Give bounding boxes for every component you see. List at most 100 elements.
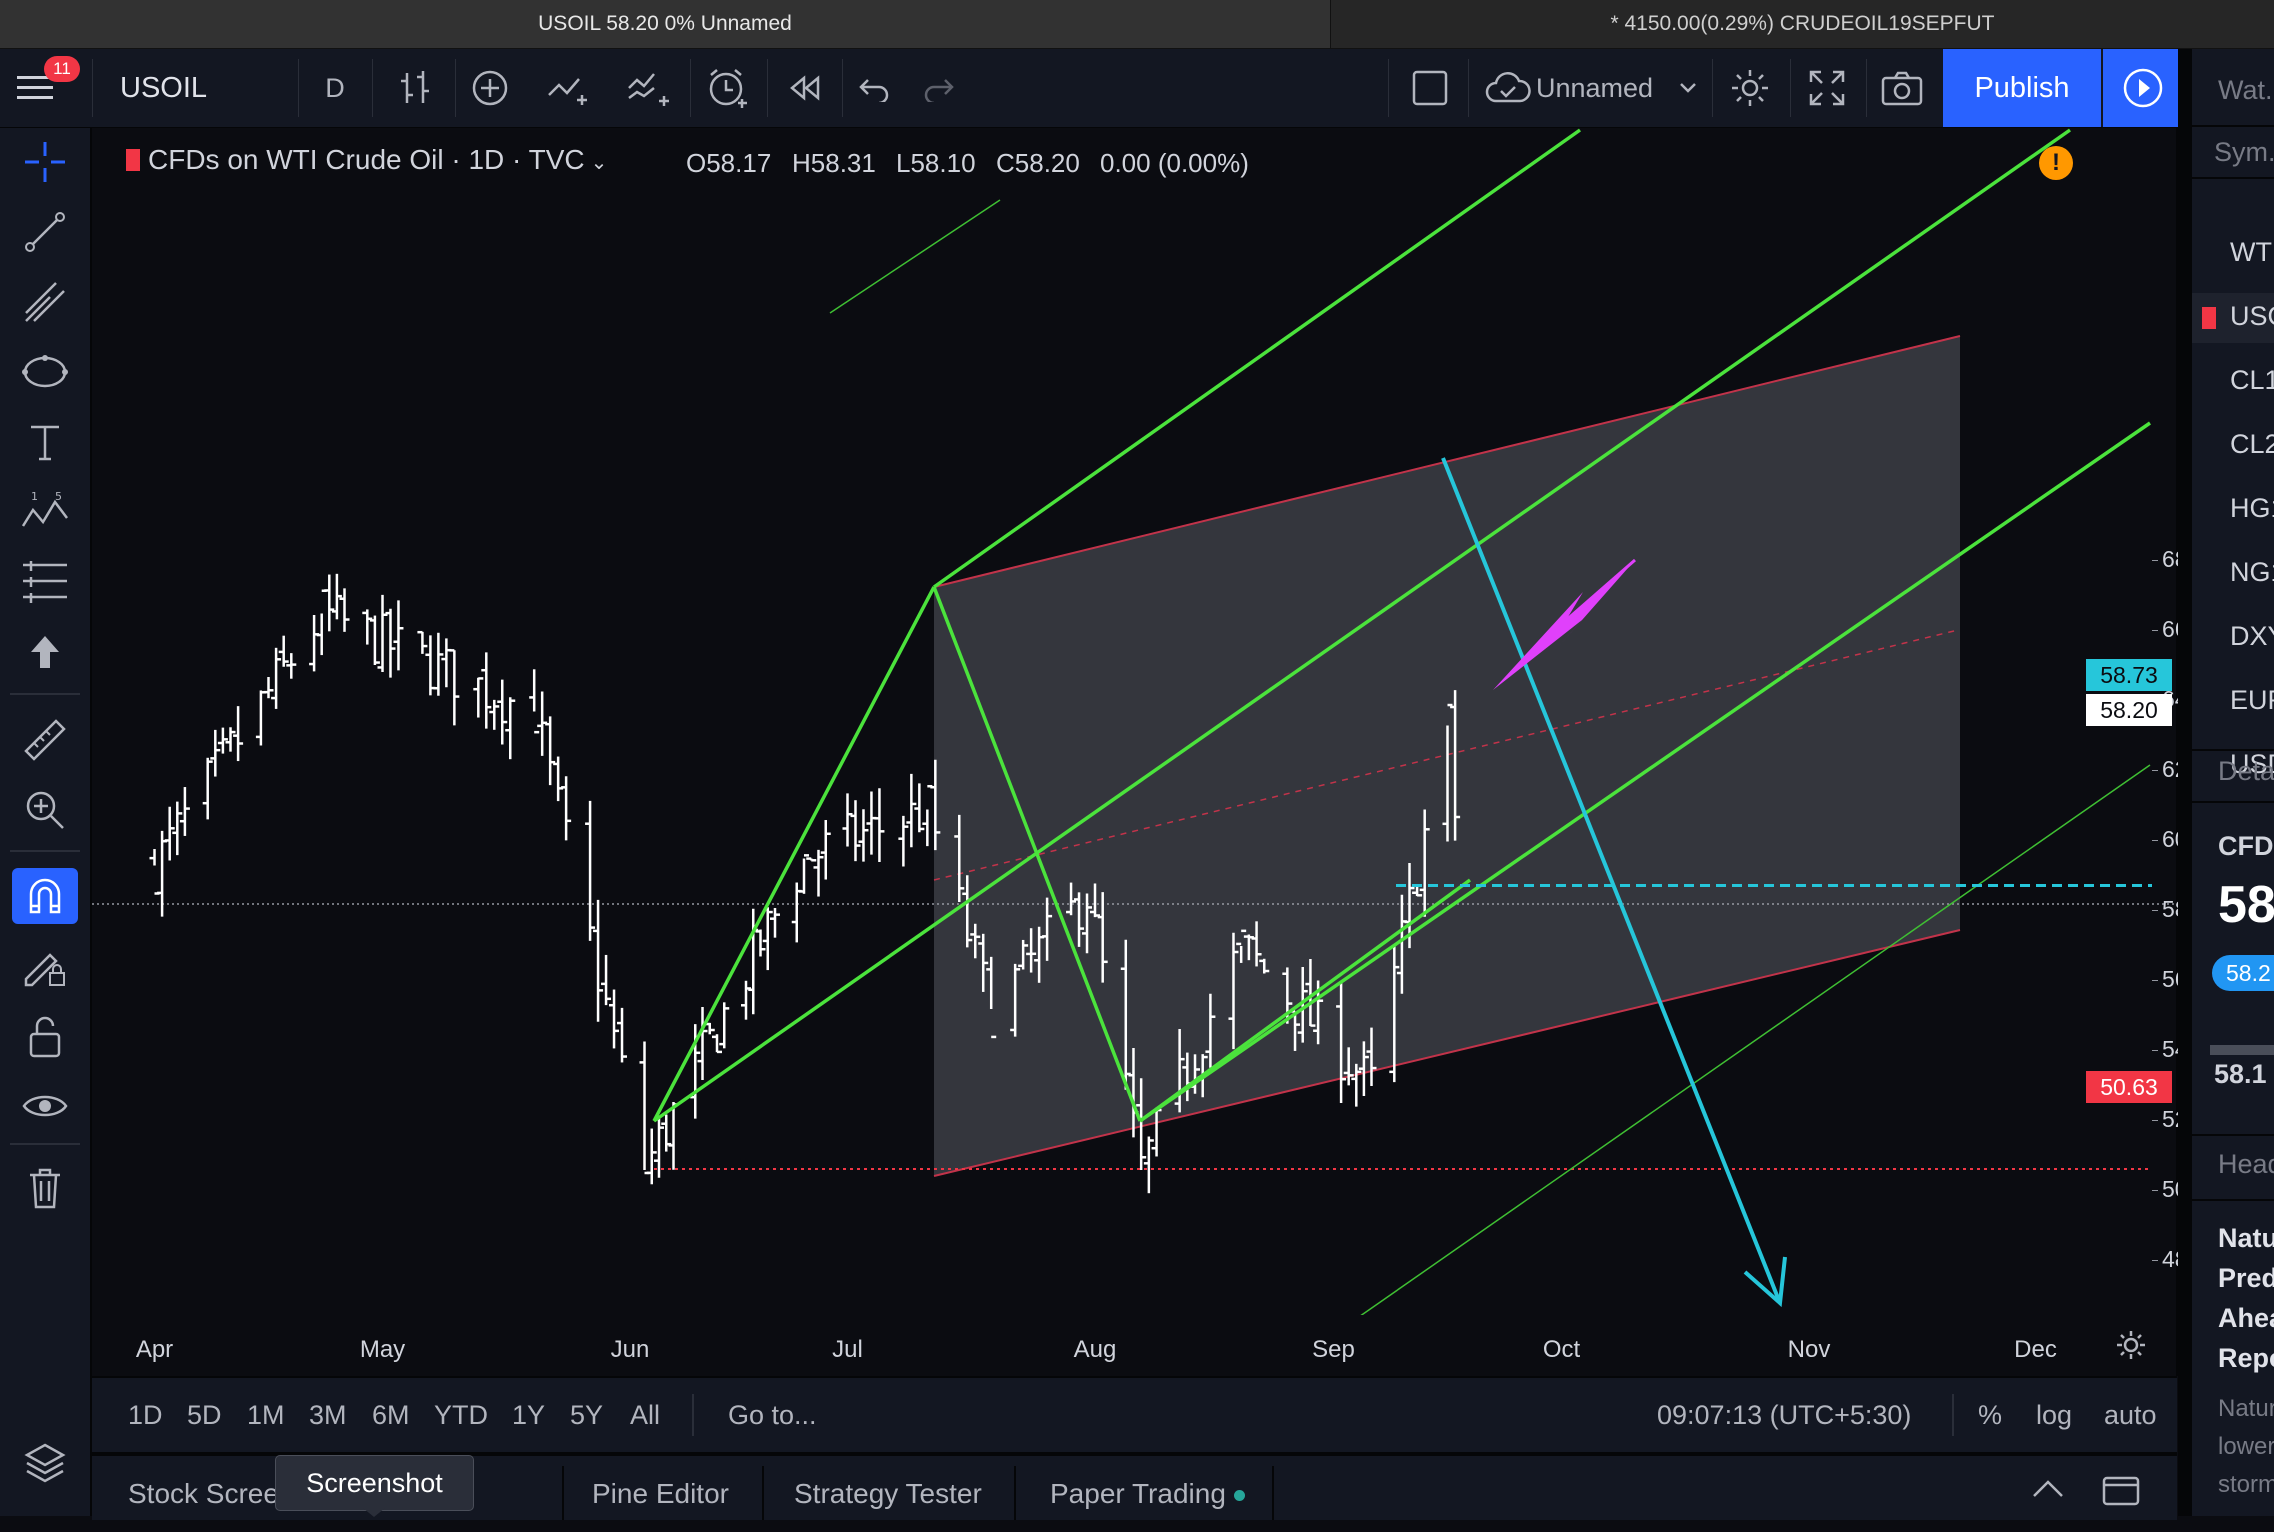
ohlc-bar (278, 635, 289, 667)
ohlc-bar (505, 697, 516, 760)
pattern-icon[interactable]: 15 (12, 484, 78, 540)
magnet-icon[interactable] (12, 868, 78, 924)
legend-symbol-title[interactable]: CFDs on WTI Crude Oil · 1D · TVC ⌄ (126, 144, 607, 176)
symbol-search[interactable]: USOIL (100, 49, 320, 127)
panel-divider (2178, 49, 2190, 1516)
prediction-icon[interactable] (12, 554, 78, 610)
eye-icon[interactable] (12, 1078, 78, 1134)
percent-scale-toggle[interactable]: % (1978, 1378, 2002, 1452)
bar-style-icon[interactable] (380, 49, 450, 127)
details-symbol-name: CFDs (2218, 831, 2274, 861)
watchlist-row[interactable]: WTI (2230, 237, 2274, 268)
maximize-panel-icon[interactable] (2102, 1474, 2140, 1511)
gear-icon[interactable] (1715, 49, 1785, 127)
time-axis-tick: Oct (1542, 1336, 1581, 1363)
range-5y[interactable]: 5Y (570, 1378, 603, 1452)
indicators-icon[interactable] (535, 49, 605, 127)
price-tag-58-73: 58.73 (2086, 659, 2172, 691)
arrow-up-icon[interactable] (12, 624, 78, 680)
chevron-down-icon[interactable] (1670, 49, 1705, 127)
details-range-bar (2210, 1045, 2274, 1055)
watchlist-header[interactable]: Wat... (2218, 75, 2274, 106)
ruler-icon[interactable] (12, 712, 78, 768)
text-tool-icon[interactable] (12, 414, 78, 470)
log-scale-toggle[interactable]: log (2036, 1378, 2072, 1452)
range-1d[interactable]: 1D (128, 1378, 163, 1452)
range-5d[interactable]: 5D (187, 1378, 222, 1452)
auto-scale-toggle[interactable]: auto (2104, 1378, 2157, 1452)
replay-icon[interactable] (770, 49, 840, 127)
tab-pine-editor[interactable]: Pine Editor (592, 1456, 729, 1520)
watchlist-row[interactable]: EUR (2230, 685, 2274, 716)
timezone-clock[interactable]: 09:07:13 (UTC+5:30) (1657, 1378, 1911, 1452)
publish-button[interactable]: Publish (1943, 49, 2101, 127)
financials-icon[interactable] (612, 49, 687, 127)
ohlc-bar (473, 677, 484, 718)
zoom-in-icon[interactable] (12, 782, 78, 838)
alert-clock-icon[interactable] (690, 49, 765, 127)
ohlc-bar (762, 907, 773, 971)
svg-text:1: 1 (31, 490, 38, 503)
pitchfork-line (829, 199, 1001, 314)
brush-shape-icon[interactable] (12, 344, 78, 400)
browser-tab-usoil[interactable]: USOIL 58.20 0% Unnamed (0, 0, 1331, 48)
details-header[interactable]: Detai (2218, 756, 2274, 787)
price-chart[interactable] (92, 128, 2177, 1315)
ohlc-bar (449, 649, 460, 726)
range-all[interactable]: All (630, 1378, 660, 1452)
ohlc-bar (339, 588, 350, 632)
headline-title-line: Ahea (2218, 1303, 2274, 1333)
watchlist-row[interactable]: NG1 (2230, 557, 2274, 588)
headline-title-line: Natu (2218, 1223, 2274, 1253)
alert-warning-icon[interactable]: ! (2039, 146, 2073, 180)
redo-icon[interactable] (905, 49, 970, 127)
range-6m[interactable]: 6M (372, 1378, 410, 1452)
ohlc-bar (858, 809, 869, 862)
range-3m[interactable]: 3M (309, 1378, 347, 1452)
watchlist-row[interactable]: USO (2230, 301, 2274, 332)
tab-paper-trading[interactable]: Paper Trading (1050, 1456, 1245, 1520)
cloud-save-icon[interactable] (1478, 49, 1538, 127)
range-1m[interactable]: 1M (247, 1378, 285, 1452)
lock-drawing-icon[interactable] (12, 938, 78, 994)
headlines-header[interactable]: Head (2218, 1149, 2274, 1180)
goto-date-button[interactable]: Go to... (728, 1378, 817, 1452)
fullscreen-icon[interactable] (1792, 49, 1862, 127)
ohlc-bar (850, 800, 861, 862)
watchlist-row[interactable]: DXY (2230, 621, 2274, 652)
browser-tab-crudeoil[interactable]: * 4150.00(0.29%) CRUDEOIL19SEPFUT (1331, 0, 2274, 48)
range-ytd[interactable]: YTD (434, 1378, 488, 1452)
watchlist-row[interactable]: CL1 (2230, 365, 2274, 396)
tab-strategy-tester[interactable]: Strategy Tester (794, 1456, 982, 1520)
drawing-toolbar: 15 (0, 128, 92, 1516)
trend-line-icon[interactable] (12, 204, 78, 260)
lock-all-icon[interactable] (12, 1008, 78, 1064)
ohlc-bar (668, 1102, 679, 1170)
watchlist-symbol-column[interactable]: Sym... (2214, 137, 2274, 168)
interval-button[interactable]: D (300, 49, 370, 127)
chevron-up-icon[interactable] (2030, 1476, 2066, 1505)
play-button[interactable] (2103, 49, 2183, 127)
time-axis-tick: Apr (135, 1336, 174, 1363)
watchlist-row[interactable]: CL2 (2230, 429, 2274, 460)
ohlc-bar (806, 857, 817, 862)
tab-stock-screener[interactable]: Stock Scree (128, 1456, 279, 1520)
ohlc-bar (585, 800, 596, 941)
time-axis-tick: Aug (1073, 1336, 1117, 1363)
chart-area[interactable]: CFDs on WTI Crude Oil · 1D · TVC ⌄ O58.17… (92, 128, 2177, 1315)
layout-name[interactable]: Unnamed (1536, 49, 1676, 127)
ohlc-bar (149, 849, 160, 895)
layout-square-icon[interactable] (1395, 49, 1465, 127)
layers-icon[interactable] (12, 1434, 78, 1490)
ohlc-bar (866, 791, 877, 855)
axis-settings-gear-icon[interactable] (2085, 1315, 2177, 1375)
range-1y[interactable]: 1Y (512, 1378, 545, 1452)
watchlist-row[interactable]: HG1 (2230, 493, 2274, 524)
compare-add-icon[interactable] (455, 49, 525, 127)
camera-icon[interactable] (1866, 49, 1938, 127)
pitchfork-icon[interactable] (12, 274, 78, 330)
crosshair-icon[interactable] (12, 134, 78, 190)
undo-icon[interactable] (842, 49, 907, 127)
legend-change: 0.00 (0.00%) (1100, 148, 1249, 178)
trash-icon[interactable] (12, 1160, 78, 1216)
